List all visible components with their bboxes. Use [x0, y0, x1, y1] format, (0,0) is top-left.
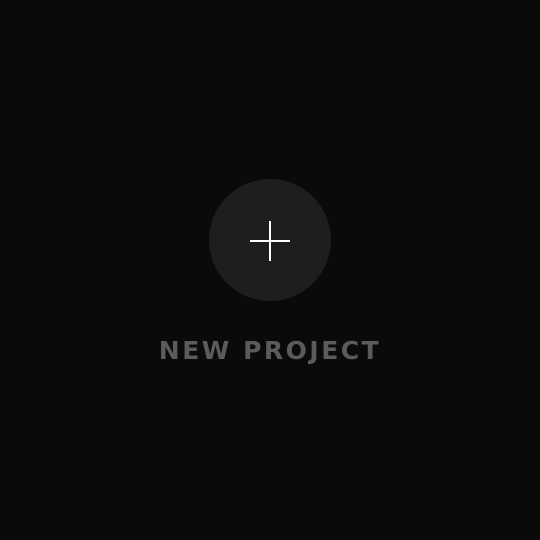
plus-icon [249, 220, 291, 262]
new-project-button[interactable] [209, 179, 331, 301]
app-canvas: NEW PROJECT [0, 0, 540, 540]
new-project-label[interactable]: NEW PROJECT [0, 334, 540, 368]
new-project-tile[interactable]: NEW PROJECT [0, 0, 540, 540]
